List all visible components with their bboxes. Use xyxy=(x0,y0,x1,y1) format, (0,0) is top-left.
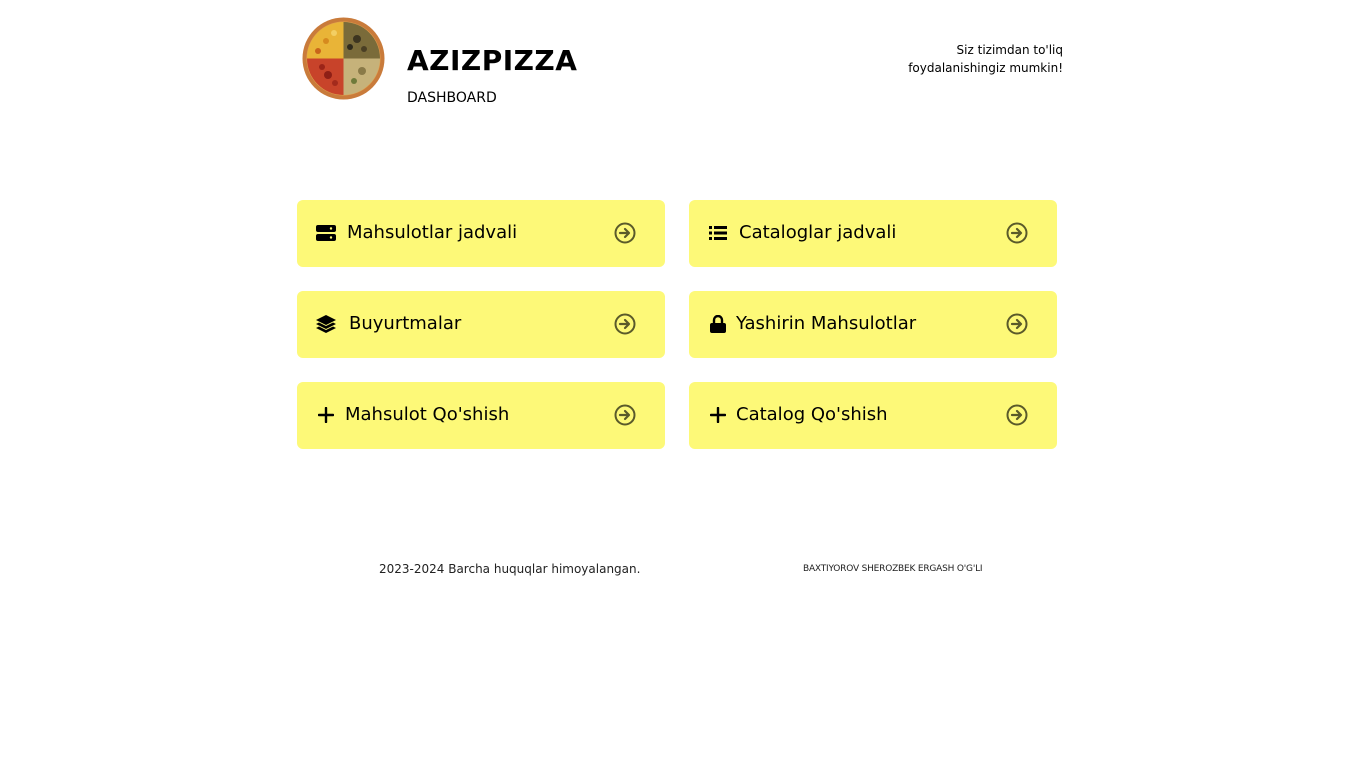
card-catalog-qoshish[interactable]: Catalog Qo'shish xyxy=(689,382,1057,449)
card-buyurtmalar[interactable]: Buyurtmalar xyxy=(297,291,665,358)
card-mahsulot-qoshish[interactable]: Mahsulot Qo'shish xyxy=(297,382,665,449)
card-label: Mahsulot Qo'shish xyxy=(345,404,510,425)
card-cataloglar-jadvali[interactable]: Cataloglar jadvali xyxy=(689,200,1057,267)
arrow-circle-right-icon[interactable] xyxy=(1006,222,1028,244)
plus-icon xyxy=(316,405,336,425)
arrow-circle-right-icon[interactable] xyxy=(1006,313,1028,335)
header-note: Siz tizimdan to'liq foydalanishingiz mum… xyxy=(908,43,1063,75)
arrow-circle-right-icon[interactable] xyxy=(1006,404,1028,426)
layers-icon xyxy=(316,314,336,334)
card-label: Catalog Qo'shish xyxy=(736,404,888,425)
card-mahsulotlar-jadvali[interactable]: Mahsulotlar jadvali xyxy=(297,200,665,267)
list-icon xyxy=(708,223,728,243)
pizza-logo-icon[interactable] xyxy=(302,17,385,100)
plus-icon xyxy=(708,405,728,425)
card-label: Yashirin Mahsulotlar xyxy=(736,313,917,334)
table-icon xyxy=(316,223,336,243)
card-label: Cataloglar jadvali xyxy=(739,222,897,243)
page-header: AZIZPIZZA DASHBOARD Siz tizimdan to'liq … xyxy=(300,17,1065,106)
arrow-circle-right-icon[interactable] xyxy=(614,222,636,244)
footer-copyright: 2023-2024 Barcha huquqlar himoyalangan. xyxy=(379,562,641,576)
arrow-circle-right-icon[interactable] xyxy=(614,404,636,426)
lock-icon xyxy=(708,314,728,334)
card-label: Buyurtmalar xyxy=(349,313,462,334)
card-label: Mahsulotlar jadvali xyxy=(347,222,518,243)
page-subtitle: DASHBOARD xyxy=(407,90,497,106)
arrow-circle-right-icon[interactable] xyxy=(614,313,636,335)
footer-author: BAXTIYOROV SHEROZBEK ERGASH O'G'LI xyxy=(803,564,983,574)
brand-title: AZIZPIZZA xyxy=(407,44,578,77)
card-yashirin-mahsulotlar[interactable]: Yashirin Mahsulotlar xyxy=(689,291,1057,358)
